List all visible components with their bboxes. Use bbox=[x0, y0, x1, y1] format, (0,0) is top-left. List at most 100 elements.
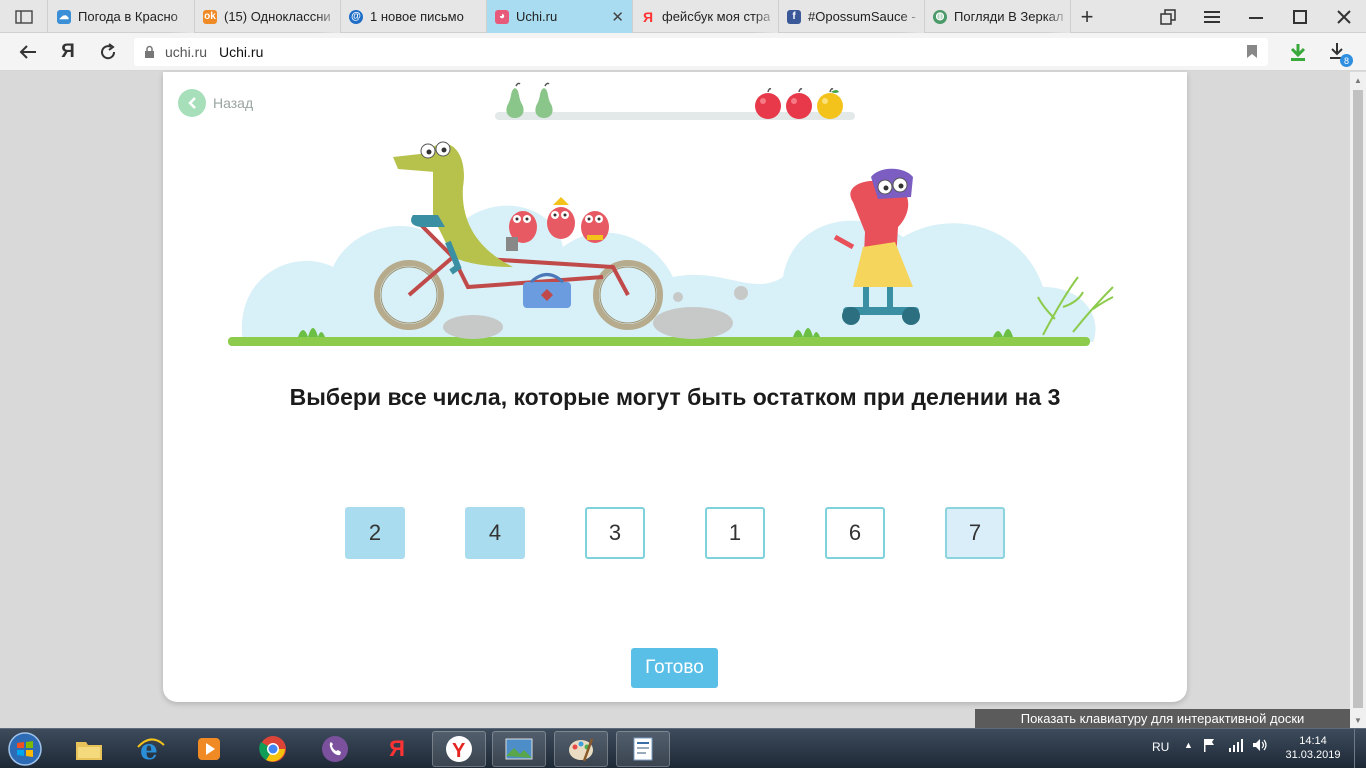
yandex-browser-taskbar-button[interactable]: Y bbox=[432, 731, 486, 767]
option-4[interactable]: 4 bbox=[465, 507, 525, 559]
bookmark-icon bbox=[1247, 45, 1257, 58]
maximize-button[interactable] bbox=[1278, 0, 1322, 33]
tray-expand-icon[interactable]: ▲ bbox=[1184, 740, 1193, 750]
back-link[interactable]: Назад bbox=[178, 89, 253, 117]
lock-icon bbox=[145, 45, 154, 58]
media-player-icon bbox=[198, 738, 220, 760]
yandex-taskbar-button[interactable]: Я bbox=[370, 731, 424, 767]
clock[interactable]: 14:14 31.03.2019 bbox=[1278, 734, 1348, 762]
question-text: Выбери все числа, которые могут быть ост… bbox=[289, 384, 1061, 410]
back-label: Назад bbox=[213, 95, 254, 111]
language-indicator[interactable]: RU bbox=[1152, 740, 1169, 754]
download-green-icon bbox=[1290, 44, 1306, 61]
vertical-scrollbar[interactable]: ▲ ▼ bbox=[1350, 72, 1366, 728]
svg-text:Y: Y bbox=[452, 740, 466, 762]
globe-icon: ◍ bbox=[933, 9, 947, 24]
bird-character bbox=[581, 211, 609, 243]
minimize-button[interactable] bbox=[1234, 0, 1278, 33]
bird-character bbox=[547, 197, 575, 239]
menu-button[interactable] bbox=[1190, 0, 1234, 33]
network-signal-icon[interactable] bbox=[1228, 738, 1244, 755]
tab-opossum[interactable]: f #OpossumSauce - bbox=[779, 0, 925, 33]
pears-progress bbox=[506, 82, 553, 118]
done-button[interactable]: Готово bbox=[631, 648, 718, 688]
maximize-icon bbox=[1293, 9, 1307, 24]
tabs-overview-icon bbox=[1160, 8, 1176, 25]
illustration-scene bbox=[228, 141, 1114, 346]
wordpad-taskbar-button[interactable] bbox=[616, 731, 670, 767]
scroll-up-icon[interactable]: ▲ bbox=[1354, 76, 1362, 85]
plus-icon: + bbox=[1080, 3, 1094, 29]
back-nav-button[interactable] bbox=[10, 33, 46, 71]
odnoklassniki-icon: ok bbox=[203, 9, 217, 24]
url-page-title: Uchi.ru bbox=[219, 44, 264, 60]
hamburger-icon bbox=[1204, 10, 1220, 23]
page-viewport: Назад Выбери все числа, которые могут бы… bbox=[0, 72, 1350, 728]
clock-date: 31.03.2019 bbox=[1285, 749, 1341, 761]
tab-facebook-search[interactable]: Я фейсбук моя стра bbox=[633, 0, 779, 33]
yandex-red-icon: Я bbox=[389, 736, 405, 761]
viber-icon bbox=[322, 736, 348, 762]
show-desktop-button[interactable] bbox=[1354, 729, 1366, 768]
tabs-overview-button[interactable] bbox=[1146, 0, 1190, 33]
yandex-home-button[interactable]: Я bbox=[50, 33, 86, 71]
photo-viewer-taskbar-button[interactable] bbox=[492, 731, 546, 767]
task-card: Назад Выбери все числа, которые могут бы… bbox=[163, 72, 1187, 702]
url-field[interactable]: uchi.ru Uchi.ru bbox=[134, 38, 1268, 66]
new-tab-button[interactable]: + bbox=[1072, 0, 1102, 33]
mail-icon: @ bbox=[349, 9, 363, 24]
sidebar-toggle-button[interactable] bbox=[0, 0, 48, 33]
close-window-button[interactable] bbox=[1322, 0, 1366, 33]
option-2[interactable]: 2 bbox=[345, 507, 405, 559]
paint-taskbar-button[interactable] bbox=[554, 731, 608, 767]
reload-button[interactable] bbox=[90, 33, 126, 71]
apple-icon bbox=[817, 88, 843, 119]
close-icon bbox=[1337, 9, 1351, 24]
address-bar: Я uchi.ru Uchi.ru 8 bbox=[0, 33, 1366, 71]
tab-mail[interactable]: @ 1 новое письмо bbox=[341, 0, 487, 33]
apples-progress bbox=[755, 88, 843, 119]
uchi-icon: ◕ bbox=[495, 9, 509, 24]
volume-icon[interactable] bbox=[1252, 738, 1268, 755]
pear-icon bbox=[535, 82, 553, 118]
windows-taskbar: e Я Y RU ▲ 14:14 31.03.2019 bbox=[0, 728, 1366, 768]
apple-icon bbox=[755, 88, 781, 119]
grass-ground bbox=[228, 337, 1090, 346]
yandex-browser-icon: Y bbox=[446, 736, 472, 762]
media-player-taskbar-button[interactable] bbox=[182, 731, 236, 767]
tab-weather[interactable]: ☁ Погода в Красно bbox=[49, 0, 195, 33]
windows-logo-icon bbox=[8, 732, 42, 766]
chevron-left-icon bbox=[178, 89, 206, 117]
flag-icon[interactable] bbox=[1202, 738, 1216, 755]
scroll-down-icon[interactable]: ▼ bbox=[1354, 716, 1362, 725]
tab-uchi[interactable]: ◕ Uchi.ru ✕ bbox=[487, 0, 633, 33]
paint-icon bbox=[569, 738, 594, 762]
option-1[interactable]: 1 bbox=[705, 507, 765, 559]
option-7[interactable]: 7 bbox=[945, 507, 1005, 559]
pear-icon bbox=[506, 82, 524, 118]
facebook-icon: f bbox=[787, 9, 801, 24]
viber-taskbar-button[interactable] bbox=[308, 731, 362, 767]
url-domain: uchi.ru bbox=[165, 44, 208, 60]
folder-icon bbox=[76, 742, 102, 760]
start-button[interactable] bbox=[5, 731, 45, 767]
keyboard-tooltip[interactable]: Показать клавиатуру для интерактивной до… bbox=[975, 709, 1350, 728]
option-6[interactable]: 6 bbox=[825, 507, 885, 559]
photo-viewer-icon bbox=[505, 738, 533, 760]
option-3[interactable]: 3 bbox=[585, 507, 645, 559]
sidebar-icon bbox=[14, 9, 33, 24]
downloads-button[interactable]: 8 bbox=[1320, 33, 1356, 71]
ie-taskbar-button[interactable]: e bbox=[124, 731, 178, 767]
clock-time: 14:14 bbox=[1299, 735, 1327, 747]
bookmark-button[interactable] bbox=[1246, 44, 1258, 62]
chrome-taskbar-button[interactable] bbox=[246, 731, 300, 767]
scrollbar-thumb[interactable] bbox=[1353, 90, 1363, 708]
tab-odnoklassniki[interactable]: ok (15) Одноклассни bbox=[195, 0, 341, 33]
explorer-taskbar-button[interactable] bbox=[62, 731, 116, 767]
tab-mirror[interactable]: ◍ Погляди В Зеркал bbox=[925, 0, 1071, 33]
close-tab-icon[interactable]: ✕ bbox=[611, 8, 624, 26]
minimize-icon bbox=[1249, 16, 1263, 19]
downloads-badge: 8 bbox=[1340, 54, 1353, 67]
chrome-icon bbox=[259, 736, 286, 762]
protect-button[interactable] bbox=[1280, 33, 1316, 71]
